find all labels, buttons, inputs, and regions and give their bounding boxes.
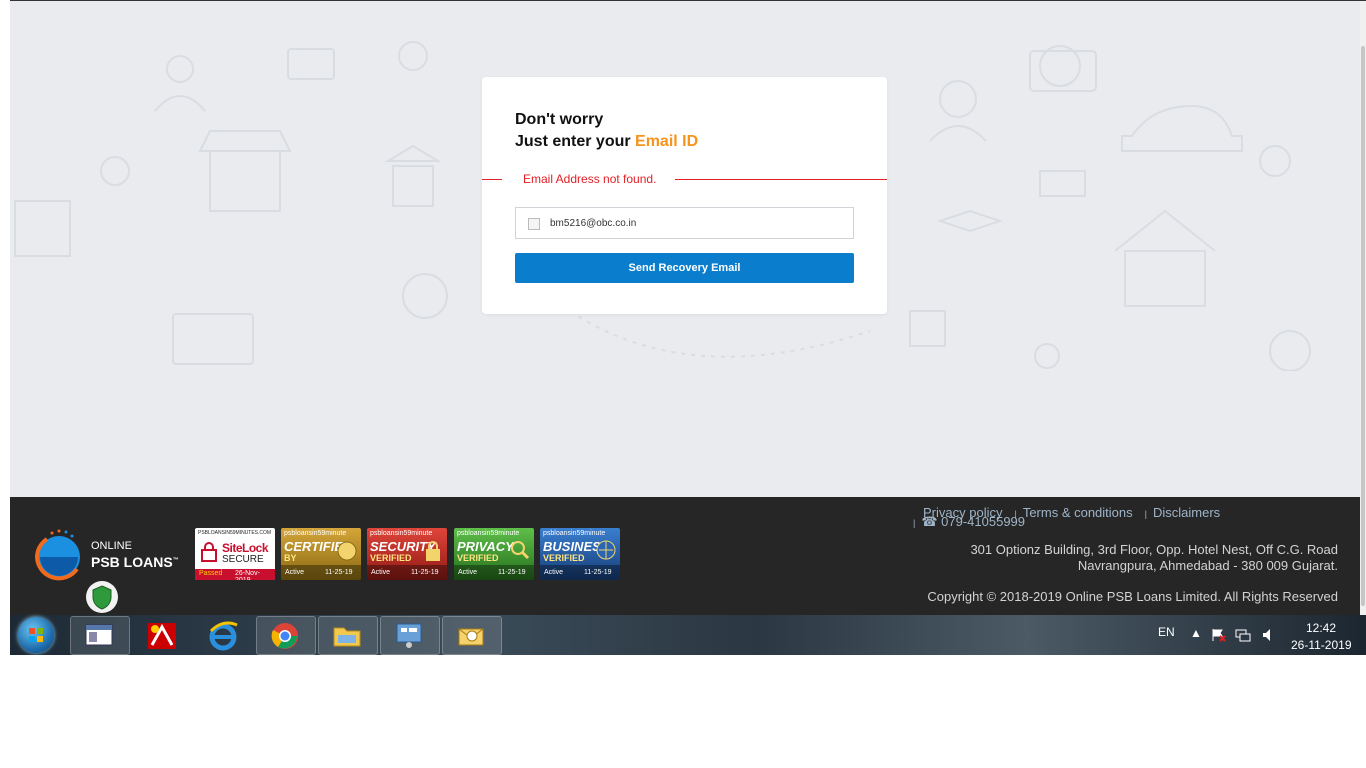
red-app-icon: [148, 623, 176, 649]
logo-text-main: PSB LOANS: [91, 554, 173, 570]
privacy-badge[interactable]: psbloansin59minute PRIVACY VERIFIED Acti…: [454, 528, 534, 580]
window-app-icon: [85, 624, 113, 646]
card-heading-line2: Just enter your Email ID: [515, 133, 698, 151]
badge-bottom-right: 26-Nov-2019: [235, 570, 260, 580]
language-indicator[interactable]: EN: [1158, 625, 1175, 639]
seal-icon: [337, 541, 357, 561]
taskbar-chrome[interactable]: [256, 616, 316, 655]
padlock-icon: [426, 541, 440, 561]
start-button[interactable]: [18, 617, 54, 653]
badge-bottom-bar: Passed 26-Nov-2019: [195, 569, 275, 580]
badge-sub-text: VERIFIED: [370, 553, 412, 563]
card-heading-line1: Don't worry: [515, 111, 604, 128]
badge-bottom-right: 11-25-19: [411, 569, 439, 576]
show-hidden-icons-icon[interactable]: ▲: [1190, 626, 1202, 640]
globe-icon: [596, 540, 616, 560]
badge-bottom-right: 11-25-19: [584, 569, 612, 576]
email-input[interactable]: [550, 214, 840, 232]
clock-time[interactable]: 12:42: [1306, 621, 1336, 635]
scrollbar[interactable]: [1360, 1, 1366, 615]
internet-explorer-icon: [209, 621, 238, 651]
badge-bottom-left: Active: [285, 569, 305, 576]
security-badge[interactable]: psbloansin59minute SECURITY VERIFIED Act…: [367, 528, 447, 580]
badge-bottom-bar: Active 11-25-19: [367, 565, 447, 580]
badge-top-text: PSBLOANSIN59MINUTES.COM: [198, 530, 272, 536]
scrollbar-thumb[interactable]: [1361, 46, 1365, 606]
sitelock-badge[interactable]: PSBLOANSIN59MINUTES.COM SiteLock SECURE …: [195, 528, 275, 580]
folder-icon: [333, 627, 361, 647]
taskbar: EN ▲ 12:42 26-11-2019: [10, 615, 1366, 655]
taskbar-outlook[interactable]: [442, 616, 502, 655]
broken-image-icon: [528, 218, 540, 230]
badge-bottom-bar: Active 11-25-19: [540, 565, 620, 580]
taskbar-file-explorer[interactable]: [318, 616, 378, 655]
taskbar-internet-explorer[interactable]: [194, 616, 254, 655]
badge-top-text: psbloansin59minute: [457, 530, 520, 537]
badge-top-text: psbloansin59minute: [370, 530, 433, 537]
mail-icon: [458, 628, 484, 646]
taskbar-app-window[interactable]: [70, 616, 130, 655]
logo-text-big: PSB LOANS™: [91, 554, 179, 570]
footer-copyright: Copyright © 2018-2019 Online PSB Loans L…: [927, 589, 1338, 604]
link-separator: |: [913, 518, 916, 528]
badge-bottom-left: Active: [371, 569, 391, 576]
error-message: Email Address not found.: [523, 172, 657, 186]
logo-trademark: ™: [172, 557, 179, 564]
badge-sub-text: BY: [284, 553, 297, 563]
action-center-flag-icon[interactable]: [1211, 628, 1227, 642]
error-divider-left: [482, 179, 502, 180]
card-heading-accent: Email ID: [635, 133, 699, 150]
card-heading-prefix: Just enter your: [515, 133, 636, 150]
page-background: Don't worry Just enter your Email ID Ema…: [10, 1, 1360, 497]
psb-loans-logo-icon: [35, 529, 80, 581]
badge-bottom-right: 11-25-19: [325, 569, 353, 576]
certified-badge[interactable]: psbloansin59minute CERTIFIED BY Active 1…: [281, 528, 361, 580]
windows-logo-icon: [29, 628, 43, 642]
badge-sub-text: VERIFIED: [543, 553, 585, 563]
taskbar-control-panel[interactable]: [380, 616, 440, 655]
magnifier-icon: [511, 541, 530, 560]
badge-top-text: psbloansin59minute: [284, 530, 347, 537]
footer-address-line1: 301 Optionz Building, 3rd Floor, Opp. Ho…: [970, 542, 1338, 557]
disclaimers-link[interactable]: Disclaimers: [1153, 505, 1220, 520]
chrome-icon: [271, 623, 298, 649]
badge-top-text: psbloansin59minute: [543, 530, 606, 537]
screen: Don't worry Just enter your Email ID Ema…: [10, 0, 1366, 655]
badge-sub-text: VERIFIED: [457, 553, 499, 563]
logo-text-small: ONLINE: [91, 540, 132, 552]
footer: ONLINE PSB LOANS™ PSBLOANSIN59MINUTES.CO…: [10, 497, 1360, 615]
send-recovery-email-button[interactable]: Send Recovery Email: [515, 253, 854, 283]
badge-bottom-left: Passed: [199, 570, 223, 577]
business-badge[interactable]: psbloansin59minute BUSINESS VERIFIED Act…: [540, 528, 620, 580]
badge-bottom-left: Active: [458, 569, 478, 576]
recovery-card: Don't worry Just enter your Email ID Ema…: [482, 77, 887, 314]
badge-bottom-bar: Active 11-25-19: [454, 565, 534, 580]
badge-bottom-right: 11-25-19: [498, 569, 526, 576]
control-panel-icon: [396, 623, 422, 648]
footer-phone: | ☎ 079-41055999: [913, 514, 1025, 530]
taskbar-app-red[interactable]: [132, 616, 192, 655]
padlock-icon: [201, 542, 217, 562]
link-separator: |: [1144, 509, 1147, 519]
error-divider-right: [675, 179, 887, 180]
phone-number: ☎ 079-41055999: [921, 514, 1026, 529]
badge-bottom-left: Active: [544, 569, 564, 576]
badge-main-text: PRIVACY: [457, 539, 514, 554]
clock-date[interactable]: 26-11-2019: [1291, 638, 1352, 652]
terms-link[interactable]: Terms & conditions: [1023, 505, 1133, 520]
badge-main-text: SiteLock: [222, 541, 269, 555]
volume-icon[interactable]: [1261, 628, 1275, 642]
badge-bottom-bar: Active 11-25-19: [281, 565, 361, 580]
email-field-wrapper: [515, 207, 854, 239]
network-icon[interactable]: [1235, 628, 1251, 642]
shield-icon[interactable]: [85, 579, 119, 615]
badge-sub-text: SECURE: [222, 554, 264, 565]
footer-address-line2: Navrangpura, Ahmedabad - 380 009 Gujarat…: [1077, 558, 1338, 573]
